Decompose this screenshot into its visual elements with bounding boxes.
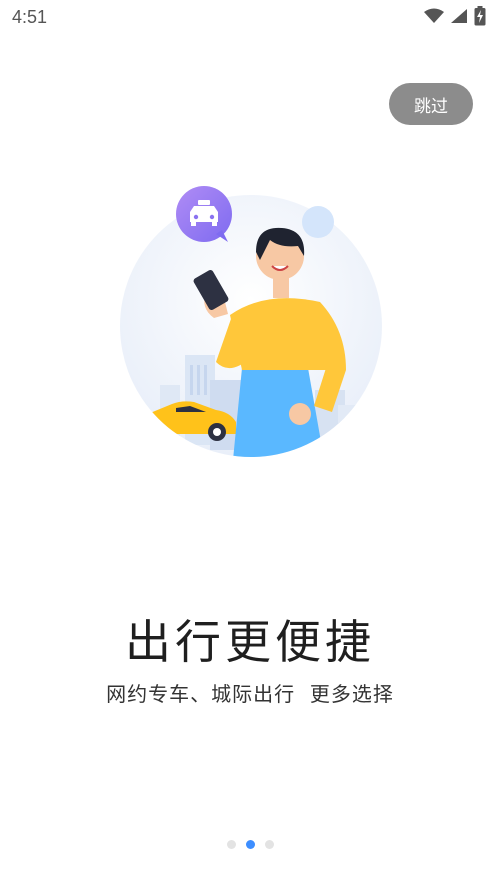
- status-bar: 4:51: [0, 0, 500, 34]
- wifi-icon: [424, 8, 444, 23]
- skip-button[interactable]: 跳过: [389, 83, 473, 125]
- taxi-badge: [176, 186, 232, 242]
- cell-signal-icon: [451, 9, 467, 23]
- onboarding-subtitle: 网约专车、城际出行 更多选择: [106, 682, 394, 706]
- status-icons: [424, 6, 486, 26]
- page-dot-1[interactable]: [226, 840, 236, 849]
- onboarding-illustration: [110, 180, 400, 470]
- page-dot-3[interactable]: [264, 840, 274, 849]
- onboarding-title: 出行更便捷: [125, 615, 375, 669]
- decor-bubble: [302, 206, 334, 238]
- page-dot-2-active[interactable]: [245, 840, 255, 849]
- battery-charging-icon: [474, 6, 486, 26]
- page-indicator: [0, 840, 500, 849]
- status-time: 4:51: [12, 7, 48, 27]
